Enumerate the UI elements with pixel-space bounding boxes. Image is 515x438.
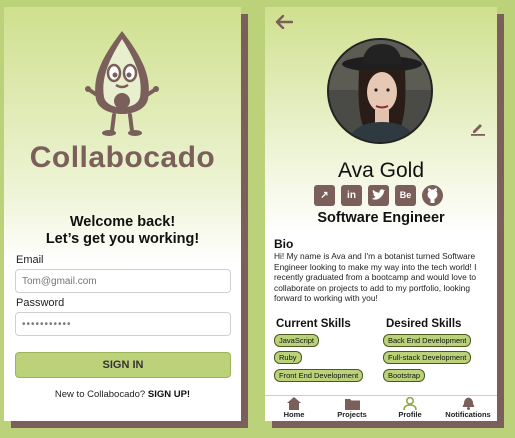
sign-up-link[interactable]: SIGN UP! [148,389,190,400]
nav-item-profile[interactable]: Profile [381,396,439,421]
email-label: Email [16,254,44,266]
avocado-mascot-logo [85,31,159,136]
person-icon [403,397,417,410]
password-field[interactable]: ••••••••••• [15,312,231,336]
linkedin-icon[interactable]: in [341,185,362,206]
home-icon [287,397,301,410]
nav-label-notifications: Notifications [445,410,491,419]
skill-chip-current[interactable]: Ruby [274,351,302,364]
nav-label-profile: Profile [398,410,422,419]
bio-text: Hi! My name is Ava and I'm a botanist tu… [274,251,477,304]
skill-chip-current[interactable]: Front End Development [274,369,364,382]
bell-icon [462,397,474,410]
avatar [327,38,433,144]
profile-screen: Ava Gold ↗ in Be Software Engineer Bio H… [265,7,497,421]
welcome-line-1: Welcome back! [69,214,176,230]
nav-item-notifications[interactable]: Notifications [439,396,497,421]
skill-chip-desired[interactable]: Back End Development [383,334,472,347]
bio-heading: Bio [274,237,294,251]
signup-prompt-text: New to Collabocado? [54,389,146,400]
twitter-icon[interactable] [368,185,389,206]
brand-name: Collabocado [29,141,216,174]
profile-title: Software Engineer [317,210,445,226]
skill-chip-desired[interactable]: Bootstrap [383,369,426,382]
social-links: ↗ in Be [314,185,443,206]
github-icon[interactable] [422,185,443,206]
login-screen: Collabocado Welcome back! Let’s get you … [4,7,241,421]
current-skills-heading: Current Skills [276,318,351,330]
desired-skills-heading: Desired Skills [386,318,462,330]
nav-label-projects: Projects [337,410,367,419]
bottom-nav-bar: Home Projects Profile Notifications [265,395,497,421]
edit-pencil-icon[interactable] [470,120,486,136]
nav-item-home[interactable]: Home [265,396,323,421]
folder-icon [344,399,360,410]
welcome-heading: Welcome back! Let’s get you working! [4,214,241,248]
skill-chip-current[interactable]: JavaScript [274,334,320,347]
external-link-icon[interactable]: ↗ [314,185,335,206]
behance-icon[interactable]: Be [395,185,416,206]
nav-item-projects[interactable]: Projects [323,396,381,421]
back-arrow-icon[interactable] [275,15,293,29]
profile-name: Ava Gold [338,159,424,182]
skill-chip-desired[interactable]: Full-stack Development [383,351,472,364]
password-label: Password [16,297,65,309]
nav-label-home: Home [283,410,305,419]
email-field[interactable] [15,269,231,293]
signup-prompt: New to Collabocado? SIGN UP! [4,389,241,400]
avatar-portrait [329,40,431,142]
welcome-line-2: Let’s get you working! [45,231,200,247]
sign-in-button[interactable]: SIGN IN [15,352,231,378]
